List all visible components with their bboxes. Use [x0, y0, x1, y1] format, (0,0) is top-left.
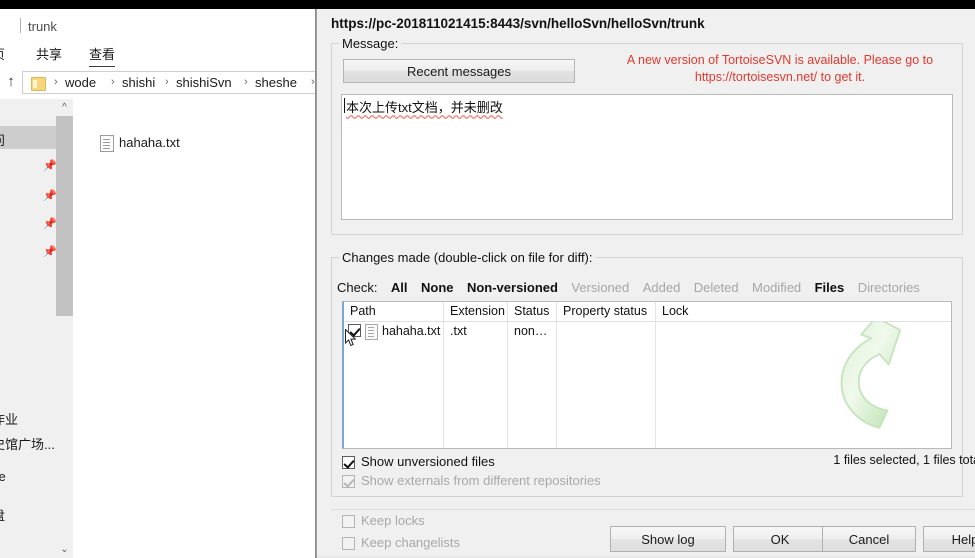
explorer-title-bar: trunk: [0, 9, 316, 39]
column-header-status[interactable]: Status: [514, 304, 549, 318]
row-checkbox[interactable]: [348, 324, 361, 337]
column-header-path[interactable]: Path: [350, 304, 376, 318]
check-link-all[interactable]: All: [391, 280, 408, 295]
ribbon-tab-share[interactable]: 共享: [36, 44, 62, 63]
changes-list-view[interactable]: Path Extension Status Property status Lo…: [342, 301, 952, 449]
breadcrumb-separator: ›: [54, 76, 58, 88]
title-separator: [20, 18, 21, 33]
divider: [331, 509, 975, 510]
nav-item-selected-label: 问: [0, 130, 5, 149]
scroll-down-icon[interactable]: ⌄: [56, 541, 73, 558]
breadcrumb-separator: ›: [165, 76, 169, 88]
breadcrumb-separator: ›: [111, 76, 115, 88]
breadcrumb-item-4[interactable]: sheshe: [255, 75, 297, 90]
checkbox-icon[interactable]: [342, 456, 355, 469]
explorer-ribbon-tabs: 页 共享 查看: [0, 39, 316, 67]
ribbon-tab-view[interactable]: 查看: [89, 44, 116, 67]
pin-icon: 📌: [43, 190, 57, 202]
up-arrow-icon[interactable]: ↑: [3, 73, 19, 91]
ribbon-tab-home[interactable]: 页: [0, 44, 5, 63]
breadcrumb-item-1[interactable]: wode: [65, 75, 96, 90]
nav-item-label[interactable]: 史馆广场...: [0, 434, 55, 453]
column-header-lock[interactable]: Lock: [662, 304, 688, 318]
navigation-pane: 问 📌 📌 📌 📌 作业 史馆广场... ve 盘 象: [0, 99, 57, 558]
scroll-up-icon[interactable]: ^: [56, 99, 73, 116]
explorer-title: trunk: [28, 19, 57, 34]
cell-path: hahaha.txt: [382, 324, 441, 338]
help-button[interactable]: Help: [923, 526, 975, 552]
check-link-versioned: Versioned: [571, 280, 630, 295]
pin-icon: 📌: [43, 246, 57, 258]
file-explorer-window: trunk 页 共享 查看 ↑ › wode › shishi › shishi…: [0, 9, 316, 558]
option-label: Show externals from different repositori…: [361, 473, 601, 488]
file-name-label: hahaha.txt: [119, 135, 180, 150]
table-row[interactable]: hahaha.txt .txt non…: [344, 322, 951, 342]
nav-item-label[interactable]: 作业: [0, 409, 18, 428]
explorer-body: 问 📌 📌 📌 📌 作业 史馆广场... ve 盘 象 ^ ⌄ hahah: [0, 99, 316, 558]
nav-item-label[interactable]: ve: [0, 469, 6, 484]
cell-status: non…: [514, 324, 548, 338]
cancel-button[interactable]: Cancel: [822, 526, 916, 552]
file-list-pane: hahaha.txt: [73, 99, 316, 558]
commit-message-input[interactable]: 本次上传txt文档，并未删改: [341, 94, 953, 220]
tortoisesvn-commit-dialog: https://pc-201811021415:8443/svn/helloSv…: [316, 9, 975, 558]
check-label: Check:: [337, 280, 378, 295]
nav-pane-scrollbar[interactable]: ^ ⌄: [56, 99, 74, 558]
nav-selected-highlight[interactable]: [0, 126, 56, 149]
address-bar[interactable]: › wode › shishi › shishiSvn › sheshe ›: [22, 71, 316, 94]
text-caret: [344, 98, 345, 113]
check-link-deleted: Deleted: [693, 280, 739, 295]
column-header-extension[interactable]: Extension: [450, 304, 505, 318]
checkbox-icon: [342, 475, 355, 488]
show-log-button[interactable]: Show log: [610, 526, 726, 552]
scrollbar-thumb[interactable]: [56, 116, 73, 316]
files-total-status: 1 files selected, 1 files tota: [833, 453, 975, 467]
option-label: Show unversioned files: [361, 454, 495, 469]
check-link-files[interactable]: Files: [815, 280, 845, 295]
update-available-warning: A new version of TortoiseSVN is availabl…: [626, 53, 934, 84]
text-file-icon: [365, 324, 378, 340]
pin-icon: 📌: [43, 160, 57, 172]
message-group-legend: Message:: [339, 36, 402, 51]
nav-item-label[interactable]: 盘: [0, 505, 5, 524]
check-link-non-versioned[interactable]: Non-versioned: [467, 280, 558, 295]
changes-group-legend: Changes made (double-click on file for d…: [339, 250, 596, 265]
breadcrumb-separator: ›: [244, 76, 248, 88]
check-link-directories: Directories: [857, 280, 920, 295]
list-header: Path Extension Status Property status Lo…: [344, 302, 951, 322]
check-link-added: Added: [642, 280, 681, 295]
recent-messages-button[interactable]: Recent messages: [343, 59, 575, 83]
column-header-property-status[interactable]: Property status: [563, 304, 647, 318]
ok-button[interactable]: OK: [733, 526, 827, 552]
commit-message-value: 本次上传txt文档，并未删改: [346, 100, 503, 115]
screen: trunk 页 共享 查看 ↑ › wode › shishi › shishi…: [0, 0, 975, 558]
checkbox-icon: [342, 515, 355, 528]
cell-extension: .txt: [450, 324, 467, 338]
repository-url-label: https://pc-201811021415:8443/svn/helloSv…: [331, 16, 705, 31]
check-link-modified: Modified: [752, 280, 802, 295]
text-file-icon: [100, 135, 114, 152]
breadcrumb-item-3[interactable]: shishiSvn: [176, 75, 232, 90]
option-label: Keep locks: [361, 513, 425, 528]
check-link-none[interactable]: None: [421, 280, 454, 295]
top-black-strip: [0, 0, 975, 9]
pin-icon: 📌: [43, 218, 57, 230]
checkbox-icon: [342, 537, 355, 550]
breadcrumb-item-2[interactable]: shishi: [122, 75, 155, 90]
option-label: Keep changelists: [361, 535, 461, 550]
folder-icon: [31, 77, 46, 91]
explorer-address-row: ↑ › wode › shishi › shishiSvn › sheshe ›: [0, 67, 316, 99]
check-filter-row: Check: All None Non-versioned Versioned …: [337, 279, 929, 297]
